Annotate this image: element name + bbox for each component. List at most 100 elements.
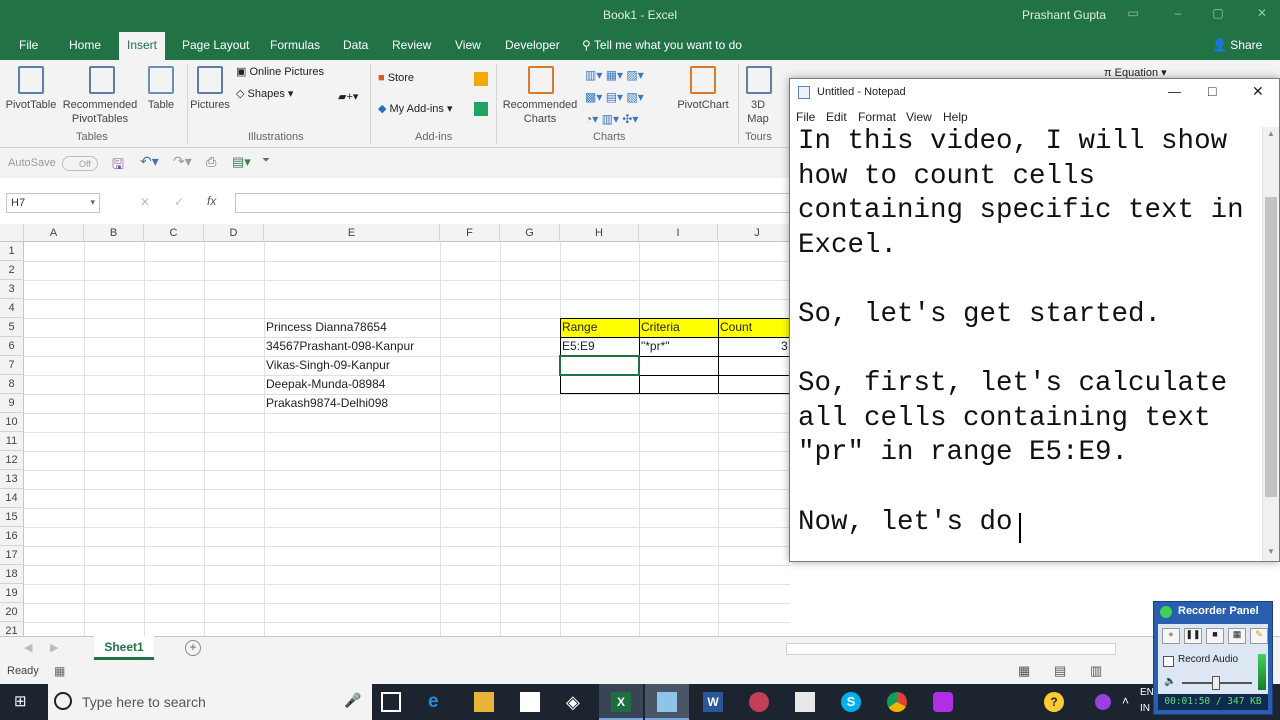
tab-page-layout[interactable]: Page Layout — [182, 38, 249, 60]
minimize-icon[interactable]: – — [1170, 6, 1186, 20]
row-header[interactable]: 13 — [0, 470, 24, 489]
horizontal-scrollbar[interactable] — [786, 643, 1116, 655]
name-box-dropdown-icon[interactable]: ▾ — [90, 197, 95, 208]
row-header[interactable]: 14 — [0, 489, 24, 508]
tray-arrow-icon[interactable]: ˄ — [1122, 694, 1129, 708]
cell-j5[interactable]: Count — [720, 318, 752, 337]
recorder-app-icon[interactable] — [933, 692, 953, 712]
record-icon[interactable]: ● — [1162, 628, 1180, 644]
column-header-g[interactable]: G — [500, 224, 560, 242]
row-header[interactable]: 4 — [0, 299, 24, 318]
row-header[interactable]: 20 — [0, 603, 24, 622]
tab-file[interactable]: File — [19, 38, 38, 60]
notepad-taskbar-button[interactable] — [645, 684, 689, 720]
save-icon[interactable]: 🖫 — [112, 154, 124, 178]
excel-taskbar-button[interactable]: X — [599, 684, 643, 720]
row-header[interactable]: 1 — [0, 242, 24, 261]
column-header-a[interactable]: A — [24, 224, 84, 242]
row-header[interactable]: 19 — [0, 584, 24, 603]
customize-qat-icon[interactable]: ⏷ — [262, 155, 270, 166]
tab-formulas[interactable]: Formulas — [270, 38, 320, 60]
enter-icon[interactable]: ✓ — [174, 195, 184, 209]
skype-icon[interactable]: S — [841, 692, 861, 712]
column-header-h[interactable]: H — [560, 224, 639, 242]
cancel-icon[interactable]: ✕ — [140, 195, 150, 209]
row-header[interactable]: 2 — [0, 261, 24, 280]
notepad-menu-edit[interactable]: Edit — [826, 110, 847, 124]
people-graph-icon[interactable] — [474, 102, 488, 116]
maximize-icon[interactable]: ▢ — [1210, 6, 1226, 20]
file-explorer-icon[interactable] — [474, 692, 494, 712]
column-header-c[interactable]: C — [144, 224, 204, 242]
normal-view-icon[interactable]: ▦ — [1018, 663, 1030, 679]
quick-print-icon[interactable]: ▤▾ — [232, 154, 251, 170]
new-sheet-icon[interactable]: + — [185, 640, 201, 656]
store-taskbar-icon[interactable] — [520, 692, 540, 712]
notepad-maximize-icon[interactable]: □ — [1208, 83, 1216, 99]
smartart-icon[interactable]: ▰+▾ — [338, 90, 358, 103]
cell-i5[interactable]: Criteria — [641, 318, 680, 337]
column-header-e[interactable]: E — [264, 224, 440, 242]
help-icon[interactable]: ? — [1044, 692, 1064, 712]
recorder-panel[interactable]: Recorder Panel ● ❚❚ ■ ▦ ✎ Record Audio 🔈… — [1153, 601, 1273, 715]
online-pictures-button[interactable]: ▣ Online Pictures — [236, 65, 324, 78]
tab-view[interactable]: View — [455, 38, 481, 60]
settings-icon[interactable]: ▦ — [1228, 628, 1246, 644]
recommended-charts-button[interactable]: Recommended Charts — [500, 98, 580, 126]
table-button[interactable]: Table — [141, 98, 181, 112]
row-header[interactable]: 7 — [0, 356, 24, 375]
row-header[interactable]: 8 — [0, 375, 24, 394]
chart-type-icons[interactable]: ▥▾ ▦▾ ▨▾ ▩▾ ▤▾ ▧▾ ◔▾ ▥▾ ✣▾ — [585, 64, 675, 130]
page-layout-view-icon[interactable]: ▤ — [1054, 663, 1066, 679]
user-name[interactable]: Prashant Gupta — [1022, 8, 1106, 22]
notepad-vertical-scrollbar[interactable]: ▲ ▼ — [1262, 127, 1279, 561]
tray-app-icon[interactable] — [1095, 694, 1111, 710]
notepad-window[interactable]: Untitled - Notepad — □ ✕ File Edit Forma… — [789, 78, 1280, 562]
app-icon[interactable] — [749, 692, 769, 712]
row-header[interactable]: 12 — [0, 451, 24, 470]
task-view-icon[interactable] — [381, 692, 401, 712]
row-header[interactable]: 21 — [0, 622, 24, 636]
scroll-thumb[interactable] — [1265, 197, 1277, 497]
row-header[interactable]: 5 — [0, 318, 24, 337]
share-button[interactable]: 👤 Share — [1212, 38, 1262, 60]
row-header[interactable]: 11 — [0, 432, 24, 451]
formula-input[interactable] — [235, 193, 795, 213]
store-button[interactable]: ■ Store — [378, 72, 414, 84]
chrome-icon[interactable] — [887, 692, 907, 712]
select-all-corner[interactable] — [0, 224, 24, 242]
bing-icon[interactable] — [474, 72, 488, 86]
cell-e9[interactable]: Prakash9874-Delhi098 — [266, 394, 388, 413]
language-top[interactable]: EN — [1140, 687, 1154, 698]
notepad-close-icon[interactable]: ✕ — [1252, 83, 1264, 100]
notepad-text-area[interactable]: In this video, I will show how to count … — [798, 125, 1260, 540]
worksheet-grid[interactable]: A B C D E F G H I J 1 2 3 4 5 6 7 8 9 10… — [0, 224, 790, 636]
prev-sheet-icon[interactable]: ◀ — [24, 641, 32, 654]
tab-review[interactable]: Review — [392, 38, 431, 60]
autosave-toggle[interactable]: Off — [62, 156, 98, 171]
print-preview-icon[interactable]: ⎙ — [206, 154, 216, 170]
volume-slider-handle[interactable] — [1212, 676, 1220, 690]
row-header[interactable]: 9 — [0, 394, 24, 413]
cell-e6[interactable]: 34567Prashant-098-Kanpur — [266, 337, 414, 356]
sheet-tab-sheet1[interactable]: Sheet1 — [94, 636, 154, 660]
selected-cell-h7[interactable] — [559, 355, 640, 376]
next-sheet-icon[interactable]: ▶ — [50, 641, 58, 654]
row-header[interactable]: 10 — [0, 413, 24, 432]
my-addins-button[interactable]: ◆ My Add-ins ▾ — [378, 102, 453, 115]
scroll-down-icon[interactable]: ▼ — [1267, 547, 1275, 556]
word-icon[interactable]: W — [703, 692, 723, 712]
row-header[interactable]: 15 — [0, 508, 24, 527]
cell-h6[interactable]: E5:E9 — [562, 337, 595, 356]
row-header[interactable]: 3 — [0, 280, 24, 299]
pivottable-button[interactable]: PivotTable — [5, 98, 57, 112]
cell-i6[interactable]: "*pr*" — [641, 337, 670, 356]
column-header-j[interactable]: J — [718, 224, 790, 242]
row-header[interactable]: 17 — [0, 546, 24, 565]
name-box[interactable]: H7 ▾ — [6, 193, 100, 213]
record-audio-checkbox[interactable] — [1163, 656, 1174, 667]
microphone-icon[interactable]: 🎤 — [344, 692, 361, 709]
cell-h5[interactable]: Range — [562, 318, 597, 337]
cell-j6[interactable]: 3 — [781, 337, 788, 356]
calculator-icon[interactable] — [795, 692, 815, 712]
